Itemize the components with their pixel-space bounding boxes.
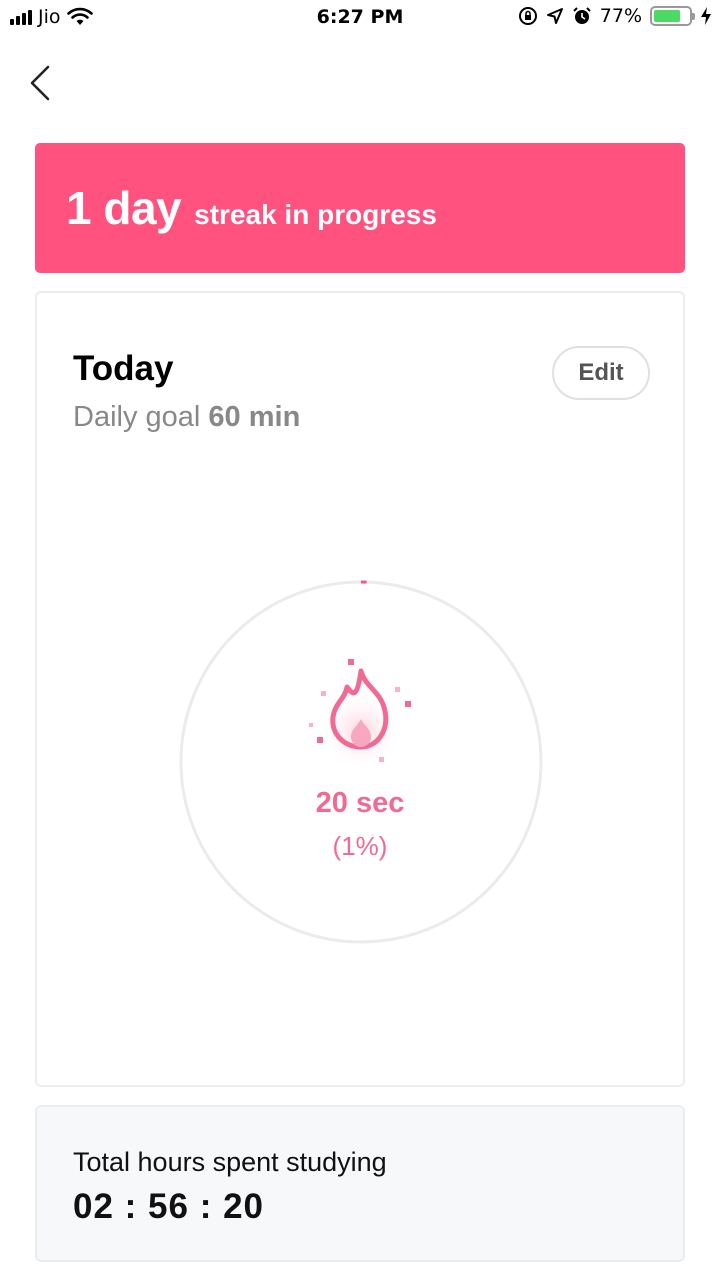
charging-icon [701, 7, 711, 25]
daily-goal-value: 60 min [208, 401, 301, 433]
status-bar: Jio 6:27 PM 77% [0, 0, 720, 36]
total-card: Total hours spent studying 02 : 56 : 20 [35, 1105, 685, 1262]
chevron-left-icon [30, 65, 50, 101]
streak-label: streak in progress [194, 199, 437, 230]
alarm-icon [573, 7, 591, 24]
total-label: Total hours spent studying [73, 1147, 387, 1177]
progress-percent: (1%) [332, 831, 388, 861]
edit-goal-button[interactable]: Edit [552, 346, 650, 400]
screen: Jio 6:27 PM 77% 1 day streak in progress… [0, 0, 720, 1280]
daily-goal: Daily goal 60 min [73, 401, 300, 434]
status-bar-right: 77% [518, 5, 712, 27]
battery-level [654, 10, 681, 22]
today-card: Today Daily goal 60 min Edit 20 sec (1%) [35, 291, 685, 1087]
orientation-lock-icon [518, 7, 537, 25]
streak-banner: 1 day streak in progress [35, 143, 685, 273]
total-value: 02 : 56 : 20 [73, 1187, 264, 1226]
daily-goal-label: Daily goal [73, 401, 201, 433]
location-icon [546, 8, 563, 24]
streak-count: 1 day [66, 182, 182, 234]
back-button[interactable] [24, 60, 64, 106]
battery-percent: 77% [599, 5, 642, 27]
progress-time: 20 sec [315, 787, 405, 819]
battery-icon [650, 6, 695, 26]
today-title: Today [73, 349, 174, 388]
flame-icon [309, 659, 411, 763]
